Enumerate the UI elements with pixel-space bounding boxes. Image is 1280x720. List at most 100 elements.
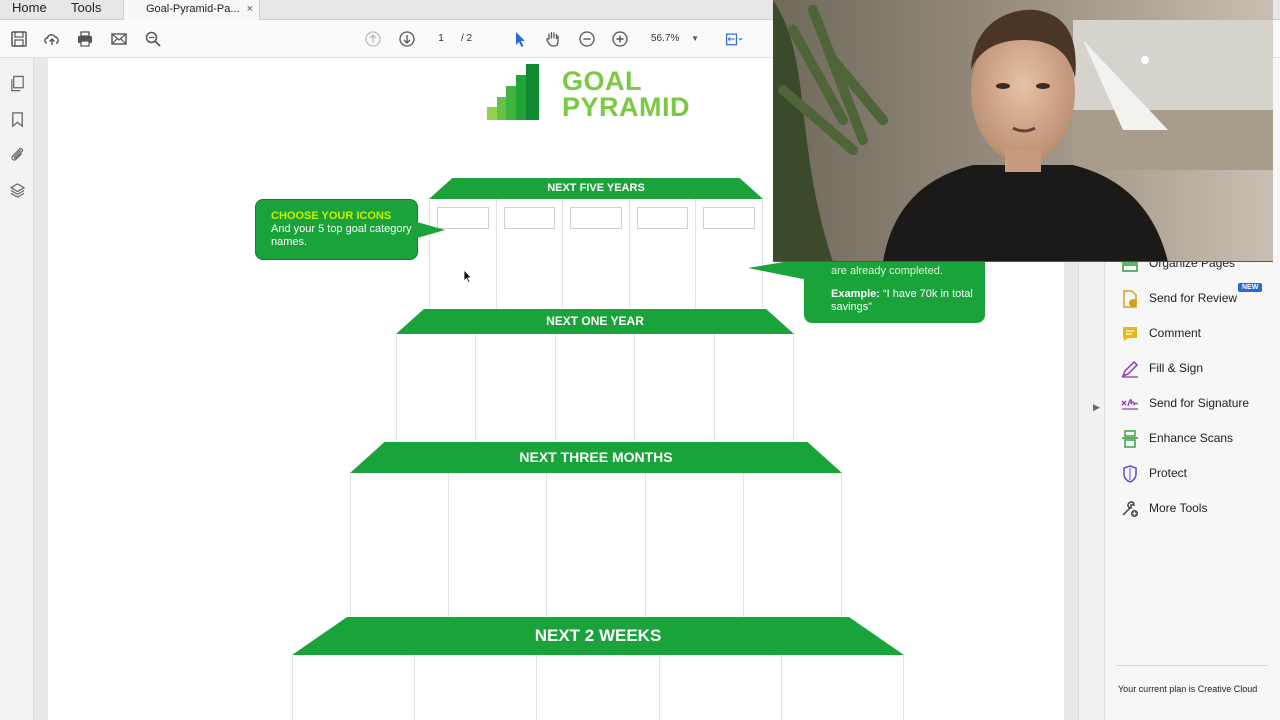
tool-protect[interactable]: Protect [1120, 462, 1270, 486]
more-tools-icon [1122, 501, 1138, 517]
icon-placeholder[interactable] [503, 207, 556, 229]
zoom-in-icon[interactable] [609, 28, 631, 50]
tier-label: NEXT THREE MONTHS [519, 449, 673, 465]
tool-label: Protect [1149, 466, 1188, 480]
zoom-level-select[interactable]: 56.7% ▼ [645, 30, 703, 48]
fit-page-icon[interactable] [721, 28, 747, 50]
goal-column[interactable] [497, 199, 564, 308]
next-page-icon[interactable] [396, 28, 418, 50]
goal-column[interactable] [646, 473, 744, 617]
chevron-down-icon: ▼ [691, 34, 699, 43]
tools-menu[interactable]: Tools [71, 0, 101, 20]
logo-line-2: PYRAMID [562, 92, 691, 122]
email-icon[interactable] [108, 28, 130, 50]
goal-column[interactable] [415, 655, 538, 720]
tier-next-2-weeks: NEXT 2 WEEKS [292, 617, 904, 655]
tier-label: NEXT 2 WEEKS [534, 626, 662, 645]
callout-top-text: are already completed. [831, 265, 943, 277]
send-signature-icon [1121, 399, 1139, 410]
print-icon[interactable] [74, 28, 96, 50]
tool-fill-sign[interactable]: Fill & Sign [1120, 357, 1270, 381]
home-menu[interactable]: Home [12, 0, 47, 20]
icon-placeholder[interactable] [636, 207, 689, 229]
goal-column[interactable] [537, 655, 660, 720]
icon-placeholder[interactable] [703, 207, 755, 229]
left-navigation-rail [0, 58, 34, 720]
goal-column[interactable] [696, 199, 762, 308]
plan-status-text: Your current plan is Creative Cloud [1118, 684, 1258, 694]
callout-body: And your 5 top goal category names. [271, 223, 412, 248]
callout-choose-icons: CHOOSE YOUR ICONS And your 5 top goal ca… [255, 199, 418, 260]
goal-column[interactable] [476, 334, 556, 441]
goal-column[interactable] [630, 199, 697, 308]
mouse-cursor-icon [463, 269, 473, 283]
goal-column[interactable] [715, 334, 793, 441]
page-thumbnails-icon[interactable] [7, 73, 27, 93]
document-tab-title: Goal-Pyramid-Pa... [146, 3, 240, 15]
tool-enhance-scans[interactable]: Enhance Scans [1120, 427, 1270, 451]
goal-column[interactable] [782, 655, 903, 720]
tier-next-one-year: NEXT ONE YEAR [396, 309, 794, 334]
tool-label: Send for Review [1149, 291, 1238, 305]
tier-next-three-months: NEXT THREE MONTHS [350, 442, 842, 473]
goal-column[interactable] [449, 473, 548, 617]
protect-icon [1123, 465, 1137, 483]
logo-text: GOAL PYRAMID [562, 66, 691, 122]
save-icon[interactable] [8, 28, 30, 50]
logo-line-1: GOAL [562, 66, 642, 96]
collapse-right-panel-icon[interactable]: ▶ [1093, 402, 1100, 413]
goal-column[interactable] [351, 473, 450, 617]
close-tab-icon[interactable]: × [247, 0, 253, 18]
comment-icon [1123, 327, 1137, 341]
tier-next-three-months-columns [350, 473, 842, 617]
document-tab[interactable]: Goal-Pyramid-Pa... × [123, 0, 260, 20]
webcam-presenter-image [773, 0, 1273, 261]
previous-page-icon[interactable] [362, 28, 384, 50]
tool-more-tools[interactable]: More Tools [1120, 497, 1270, 521]
fill-sign-icon [1121, 360, 1139, 378]
page-number-input[interactable]: 1 [430, 30, 452, 48]
goal-pyramid-logo-icon [487, 64, 539, 120]
upload-cloud-icon[interactable] [41, 28, 63, 50]
tool-label: Fill & Sign [1149, 361, 1204, 375]
callout-heading: CHOOSE YOUR ICONS [271, 210, 392, 222]
goal-column[interactable] [547, 473, 646, 617]
callout-pointer [417, 222, 445, 238]
enhance-scans-icon [1122, 430, 1138, 448]
select-cursor-icon[interactable] [509, 28, 531, 50]
new-badge: NEW [1238, 283, 1263, 292]
goal-column[interactable] [744, 473, 841, 617]
goal-column[interactable] [430, 199, 497, 308]
tool-send-for-signature[interactable]: Send for Signature [1120, 392, 1270, 416]
tool-label: More Tools [1149, 501, 1208, 515]
goal-column[interactable] [397, 334, 477, 441]
tier-label: NEXT ONE YEAR [546, 314, 644, 328]
bookmarks-icon[interactable] [7, 109, 27, 129]
tier-next-one-year-columns [396, 334, 794, 441]
zoom-out-icon[interactable] [576, 28, 598, 50]
tier-label: NEXT FIVE YEARS [547, 182, 645, 194]
zoom-level-value: 56.7% [651, 33, 680, 44]
tier-next-five-years-columns [429, 199, 763, 308]
hand-tool-icon[interactable] [542, 28, 564, 50]
tool-label: Send for Signature [1149, 396, 1250, 410]
callout-example-label: Example: [831, 288, 880, 300]
tool-label: Enhance Scans [1149, 431, 1234, 445]
goal-column[interactable] [660, 655, 782, 720]
tool-label: Comment [1149, 326, 1202, 340]
icon-placeholder[interactable] [570, 207, 622, 229]
goal-column[interactable] [635, 334, 715, 441]
page-total: / 2 [461, 33, 473, 44]
tool-comment[interactable]: Comment [1120, 322, 1270, 346]
webcam-overlay [773, 0, 1273, 262]
send-review-icon [1123, 290, 1137, 308]
goal-column[interactable] [556, 334, 636, 441]
goal-column[interactable] [293, 655, 416, 720]
search-icon[interactable] [142, 28, 164, 50]
tier-next-2-weeks-columns [292, 655, 904, 720]
layers-icon[interactable] [7, 180, 27, 200]
acrobat-window: Home Tools Goal-Pyramid-Pa... × 1 / 2 56… [0, 0, 1280, 720]
plan-divider [1116, 665, 1268, 666]
goal-column[interactable] [563, 199, 630, 308]
attachments-icon[interactable] [7, 144, 27, 164]
